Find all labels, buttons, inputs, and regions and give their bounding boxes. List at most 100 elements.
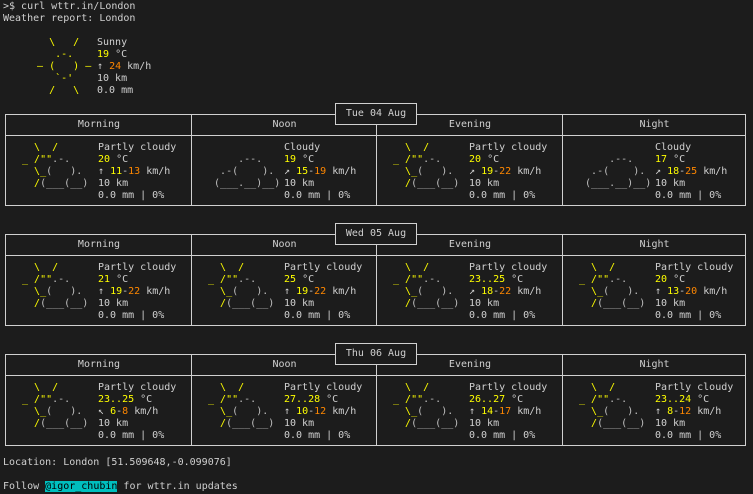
day-label: Thu 06 Aug [335,343,417,365]
terminal-prompt: >$ curl wttr.in/London [3,1,136,12]
wind-high: 22 [314,286,327,297]
column-title: Morning [77,119,121,130]
wind-high: 13 [128,166,141,177]
cell-info: Cloudy 19 °C ↗ 15-19 km/h 10 km 0.0 mm | 0% [284,142,357,201]
wind-low: 11 [110,166,123,177]
wind-direction-icon: ↑ [98,166,105,177]
cell-info: Partly cloudy 26..27 °C ↑ 14-17 km/h 10 km 0… [469,382,548,441]
condition-label: Partly cloudy [469,382,548,393]
precipitation: 0.0 mm | 0% [284,430,351,441]
temperature: 20 [469,154,482,165]
wind-low: 19 [481,166,494,177]
wind-low: 8 [667,406,674,417]
column-title: Night [639,119,670,130]
precipitation: 0.0 mm | 0% [655,310,722,321]
current-wind-speed: 24 [109,61,122,72]
visibility: 10 km [98,178,129,189]
wind-low: 14 [481,406,494,417]
temperature: 23..24 [655,394,692,405]
wind-direction-icon: ↑ [655,286,662,297]
temp-unit: °C [116,274,129,285]
temp-unit: °C [116,154,129,165]
temperature: 23..25 [98,394,135,405]
partly-cloudy-icon: \ / _ /"".-. \_( ). /(___(__) [202,262,275,309]
temperature: 20 [655,274,668,285]
wind-high: 8 [122,406,129,417]
wind-direction-icon: ↗ [469,166,476,177]
current-conditions: Sunny 19 °C ↑ 24 km/h 10 km 0.0 mm [97,37,151,97]
partly-cloudy-icon: \ / _ /"".-. \_( ). /(___(__) [16,262,89,309]
precipitation: 0.0 mm | 0% [469,430,536,441]
cell-info: Partly cloudy 21 °C ↑ 19-22 km/h 10 km 0.0 m… [98,262,177,321]
wind-direction-icon: ↑ [98,286,105,297]
wind-high: 20 [685,286,698,297]
current-condition: Sunny [97,37,128,48]
wind-direction-icon: ↗ [469,286,476,297]
wind-low: 6 [110,406,117,417]
wind-low: 13 [667,286,680,297]
temperature: 19 [284,154,297,165]
partly-cloudy-icon: \ / _ /"".-. \_( ). /(___(__) [16,382,89,429]
wind-high: 19 [314,166,327,177]
current-temp-unit: °C [115,49,128,60]
cloudy-icon: .--. .-( ). (___.__)__) [573,154,652,189]
condition-label: Partly cloudy [98,142,177,153]
precipitation: 0.0 mm | 0% [469,310,536,321]
column-title: Morning [77,359,121,370]
partly-cloudy-icon: \ / _ /"".-. \_( ). /(___(__) [573,382,646,429]
wind-high: 25 [685,166,698,177]
wind-direction-icon: ↑ [284,406,291,417]
wind-high: 22 [499,166,512,177]
wind-direction-icon: ↗ [284,166,291,177]
current-wind-unit: km/h [127,61,152,72]
visibility: 10 km [655,298,686,309]
temperature: 23..25 [469,274,506,285]
forecast-table: Morning \ / _ /"".-. \_( ). /(___(__) Par… [5,354,746,446]
temp-unit: °C [487,154,500,165]
wind-unit: km/h [703,286,728,297]
wind-low: 19 [110,286,123,297]
twitter-handle-link[interactable]: @igor_chubin [45,481,118,492]
temp-unit: °C [326,394,339,405]
condition-label: Partly cloudy [655,262,734,273]
wind-unit: km/h [517,406,542,417]
visibility: 10 km [469,418,500,429]
wind-low: 18 [481,286,494,297]
condition-label: Partly cloudy [284,262,363,273]
precipitation: 0.0 mm | 0% [98,310,165,321]
current-temp: 19 [97,49,110,60]
wind-unit: km/h [517,166,542,177]
precipitation: 0.0 mm | 0% [469,190,536,201]
wind-low: 15 [296,166,309,177]
visibility: 10 km [98,298,129,309]
wind-direction-icon: ↑ [97,61,104,72]
cell-info: Cloudy 17 °C ↗ 18-25 km/h 10 km 0.0 mm | 0% [655,142,728,201]
column-title: Night [639,239,670,250]
cell-info: Partly cloudy 23..25 °C ↗ 18-22 km/h 10 km 0… [469,262,548,321]
visibility: 10 km [655,178,686,189]
current-precip: 0.0 mm [97,85,134,96]
wind-high: 12 [679,406,692,417]
wind-unit: km/h [146,286,171,297]
precipitation: 0.0 mm | 0% [98,430,165,441]
forecast-table: Morning \ / _ /"".-. \_( ). /(___(__) Par… [5,234,746,326]
precipitation: 0.0 mm | 0% [655,430,722,441]
temperature: 20 [98,154,111,165]
column-title: Morning [77,239,121,250]
visibility: 10 km [284,298,315,309]
partly-cloudy-icon: \ / _ /"".-. \_( ). /(___(__) [387,382,460,429]
condition-label: Partly cloudy [469,262,548,273]
condition-label: Cloudy [284,142,321,153]
cloudy-icon: .--. .-( ). (___.__)__) [202,154,281,189]
temp-unit: °C [511,274,524,285]
precipitation: 0.0 mm | 0% [284,310,351,321]
condition-label: Partly cloudy [98,262,177,273]
visibility: 10 km [284,418,315,429]
temperature: 17 [655,154,668,165]
wind-high: 22 [128,286,141,297]
wind-low: 18 [667,166,680,177]
precipitation: 0.0 mm | 0% [98,190,165,201]
condition-label: Partly cloudy [98,382,177,393]
wind-high: 22 [499,286,512,297]
wind-unit: km/h [146,166,171,177]
